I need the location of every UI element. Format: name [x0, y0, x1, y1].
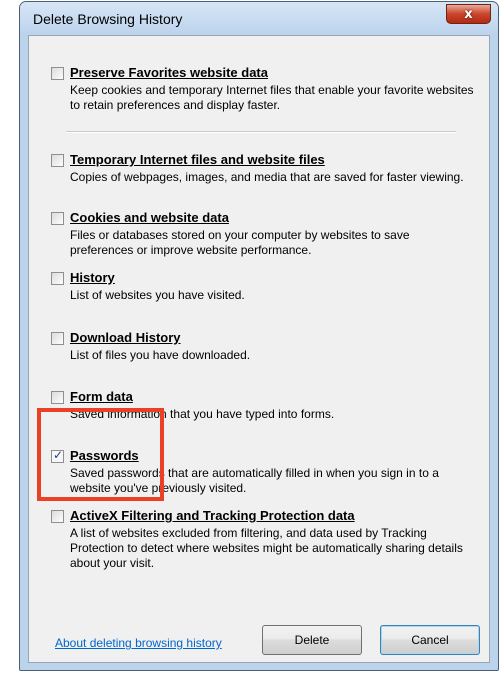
option-description: A list of websites excluded from filteri… [70, 526, 463, 570]
option-label[interactable]: Temporary Internet files and website fil… [70, 152, 325, 167]
cancel-button[interactable]: Cancel [380, 625, 480, 655]
option-description: List of files you have downloaded. [70, 348, 251, 362]
temporary-internet-files-checkbox[interactable] [51, 154, 64, 167]
preserve-favorites-checkbox[interactable] [51, 67, 64, 80]
option-description: Keep cookies and temporary Internet file… [70, 83, 474, 112]
history-checkbox[interactable] [51, 272, 64, 285]
option-label[interactable]: Form data [70, 389, 133, 404]
close-button[interactable]: x [446, 4, 491, 24]
title-bar: Delete Browsing History x [20, 2, 498, 35]
close-icon: x [464, 7, 473, 22]
delete-button[interactable]: Delete [262, 625, 362, 655]
option-description: Copies of webpages, images, and media th… [70, 170, 464, 184]
download-history-checkbox[interactable] [51, 332, 64, 345]
option-label[interactable]: Cookies and website data [70, 210, 229, 225]
cookies-checkbox[interactable] [51, 212, 64, 225]
passwords-highlight-box [37, 408, 164, 501]
separator [66, 131, 456, 133]
option-label[interactable]: History [70, 270, 115, 285]
delete-browsing-history-dialog: Delete Browsing History x Preserve Favor… [19, 1, 499, 671]
option-label[interactable]: Preserve Favorites website data [70, 65, 268, 80]
about-deleting-history-link[interactable]: About deleting browsing history [55, 636, 222, 650]
dialog-title: Delete Browsing History [33, 11, 183, 27]
option-label[interactable]: ActiveX Filtering and Tracking Protectio… [70, 508, 355, 523]
option-description: Files or databases stored on your comput… [70, 228, 410, 257]
form-data-checkbox[interactable] [51, 391, 64, 404]
option-description: List of websites you have visited. [70, 288, 245, 302]
dialog-content: Preserve Favorites website data Keep coo… [28, 35, 490, 663]
option-label[interactable]: Download History [70, 330, 181, 345]
activex-tracking-checkbox[interactable] [51, 510, 64, 523]
